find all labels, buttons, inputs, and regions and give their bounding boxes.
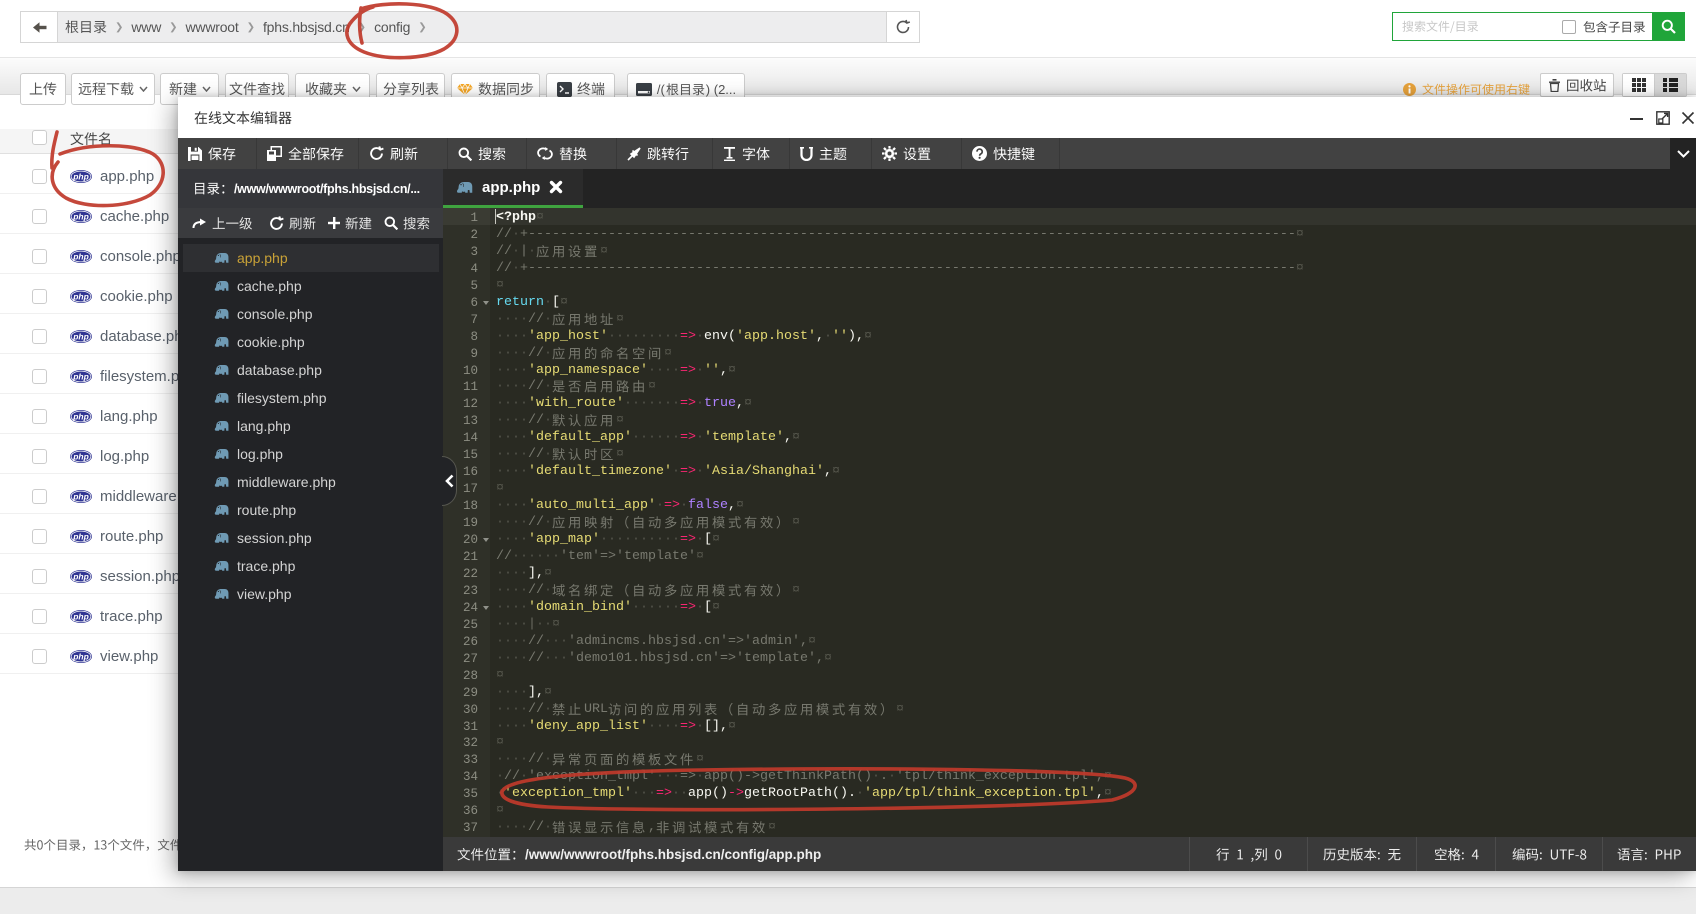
svg-text:php: php [72,291,89,301]
svg-text:php: php [72,611,89,621]
svg-text:php: php [72,211,89,221]
svg-text:php: php [72,411,89,421]
svg-text:php: php [72,491,89,501]
svg-text:php: php [72,331,89,341]
svg-text:php: php [72,451,89,461]
svg-text:php: php [72,651,89,661]
svg-text:php: php [72,371,89,381]
svg-text:php: php [72,571,89,581]
svg-text:php: php [72,171,89,181]
svg-text:php: php [72,531,89,541]
svg-text:php: php [72,251,89,261]
